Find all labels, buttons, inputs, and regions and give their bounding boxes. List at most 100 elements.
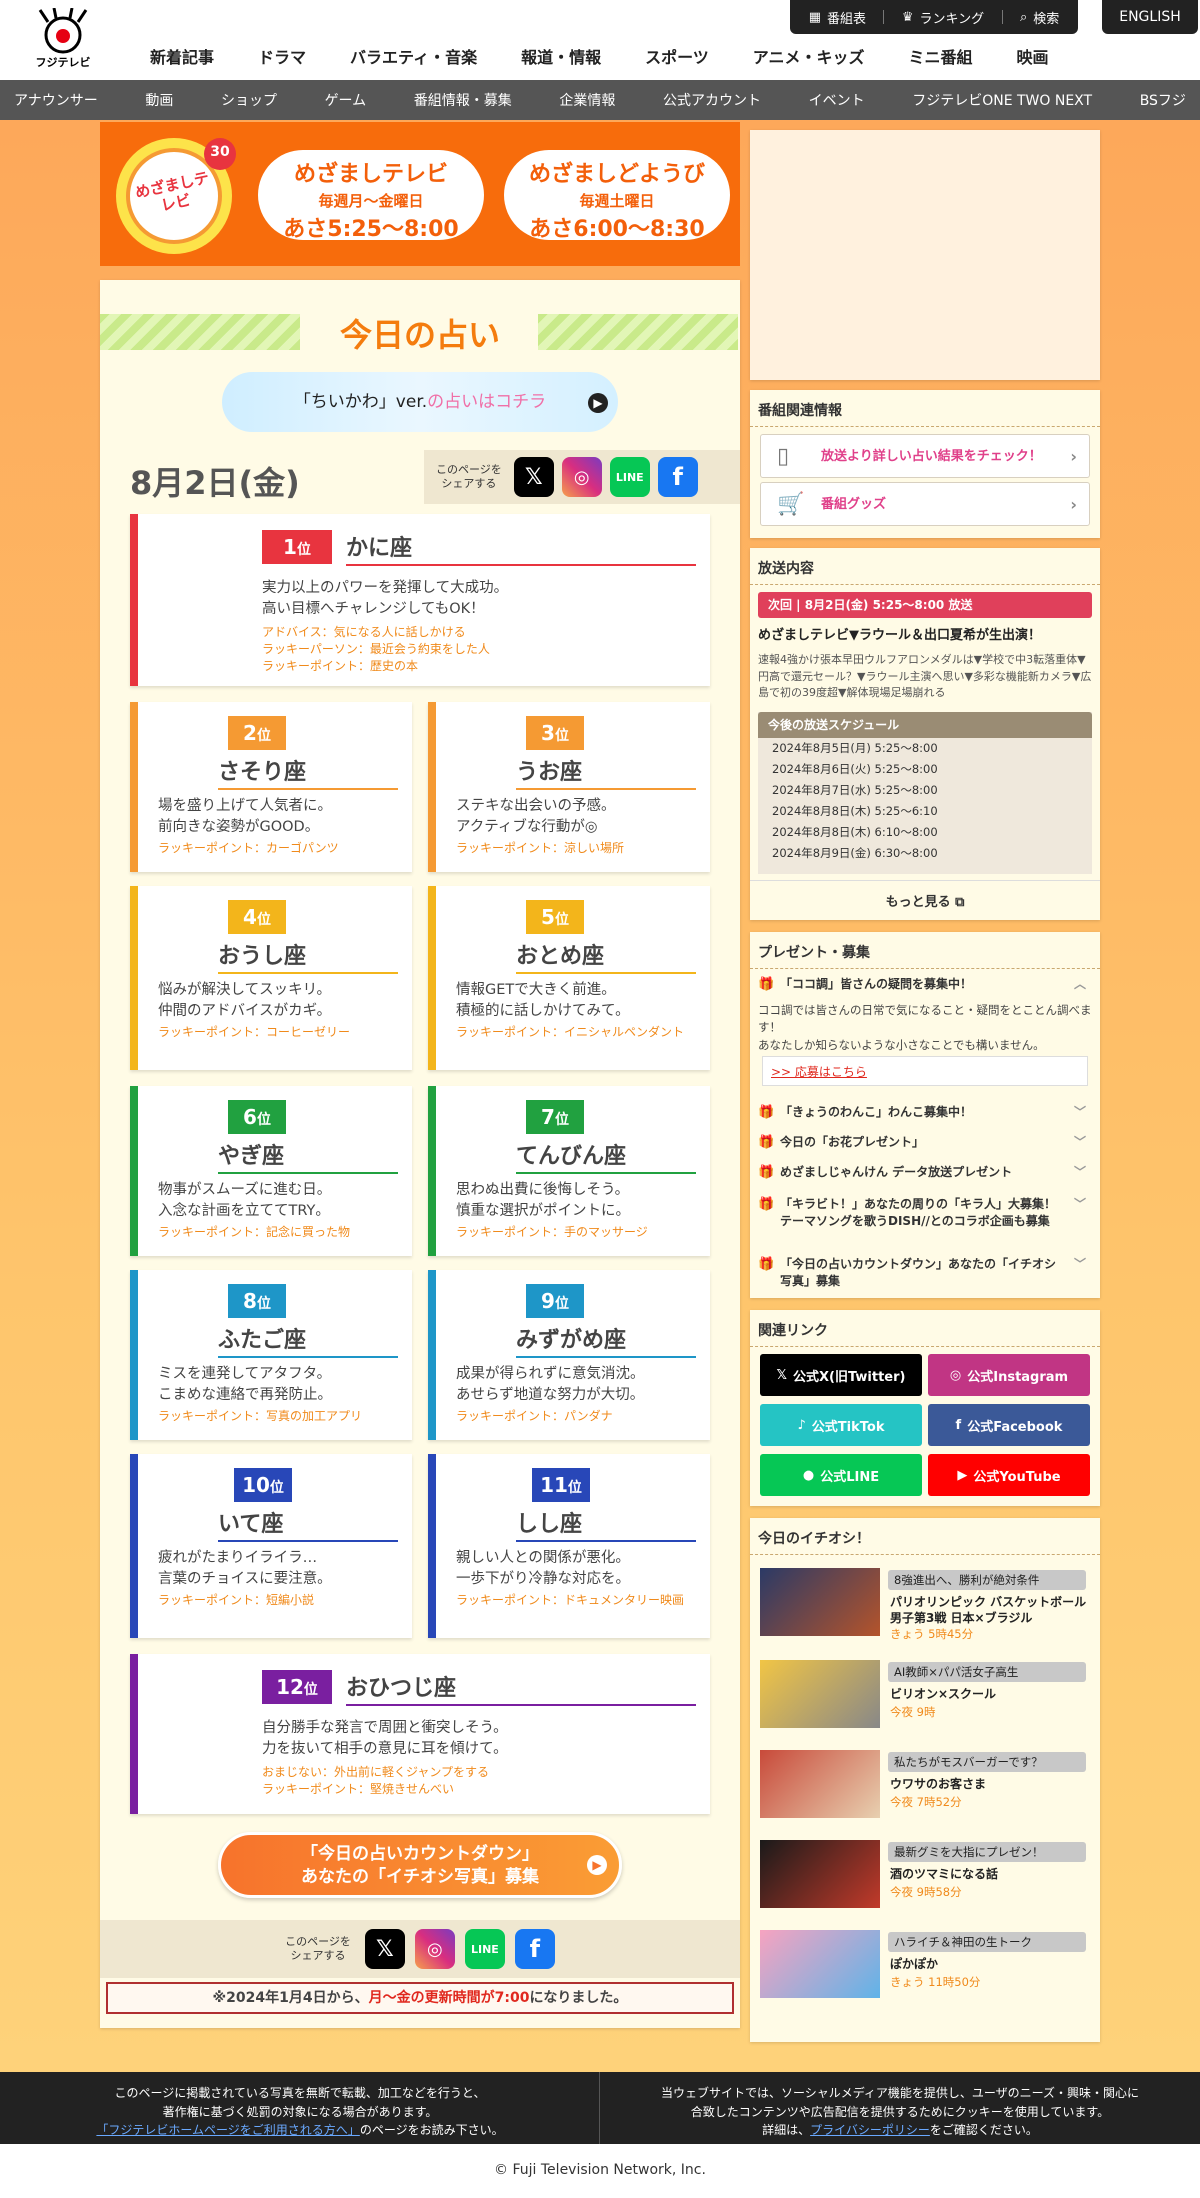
- fujitv-logo[interactable]: フジテレビ: [28, 7, 98, 70]
- rank-suffix: 位: [256, 912, 271, 928]
- program-guide-link[interactable]: ▦ 番組表: [809, 8, 866, 27]
- rank-suffix: 位: [554, 728, 569, 744]
- link-youtube[interactable]: ▶ 公式YouTube: [928, 1454, 1090, 1496]
- present-box: プレゼント・募集 🎁 「ココ調」皆さんの疑問を募集中！ ︿ ココ調では皆さんの日常で…: [750, 932, 1100, 1298]
- present-item[interactable]: 🎁 今日の「お花プレゼント」 ﹀: [758, 1134, 1092, 1151]
- schedule-heading: 今後の放送スケジュール: [758, 712, 1092, 738]
- line-icon: LINE: [615, 470, 644, 484]
- snav-item[interactable]: フジテレビONE TWO NEXT: [912, 90, 1092, 110]
- fortune-card: 7位 てんびん座 思わぬ出費に後悔しそう。 慎重な選択がポイントに。 ラッキーポイント：…: [428, 1086, 710, 1256]
- program-goods-link[interactable]: 🛒 番組グッズ ›: [760, 482, 1090, 526]
- snav-item[interactable]: ゲーム: [325, 90, 367, 110]
- english-button[interactable]: ENGLISH: [1102, 0, 1198, 34]
- fortune-text: ステキな出会いの予感。 アクティブな行動が◎: [456, 798, 616, 836]
- share-facebook-button[interactable]: f: [657, 457, 698, 497]
- link-label: 公式YouTube: [973, 1469, 1061, 1485]
- recommend-thumbnail: [760, 1750, 880, 1818]
- snav-item[interactable]: 公式アカウント: [663, 90, 761, 110]
- search-link[interactable]: ⌕ 検索: [1020, 8, 1059, 27]
- zodiac-sign: しし座: [516, 1506, 696, 1542]
- snav-item[interactable]: イベント: [809, 90, 865, 110]
- gnav-item[interactable]: アニメ・キッズ: [731, 44, 887, 68]
- recommend-item[interactable]: ハライチ＆神田の生トーク ぽかぽか きょう 11時50分: [760, 1930, 1090, 2002]
- zodiac-sign: おうし座: [218, 938, 398, 974]
- more-button[interactable]: もっと見る ⧉: [750, 880, 1100, 910]
- link-instagram[interactable]: ◎ 公式Instagram: [928, 1354, 1090, 1396]
- broadcast-description: 速報4強かけ張本早田ウルフアロンメダルは▼学校で中3転落重体▼円高で還元セール？…: [758, 653, 1092, 699]
- schedule-item: 2024年8月9日(金) 6:30〜8:00: [772, 846, 938, 860]
- countdown-photo-button[interactable]: 「今日の占いカウントダウン」 あなたの「イチオシ写真」募集 ▶: [218, 1832, 622, 1898]
- copyright: © Fuji Television Network, Inc.: [494, 2162, 706, 2178]
- rank-suffix: 位: [554, 1296, 569, 1312]
- terms-link[interactable]: 「フジテレビホームページをご利用される方へ」: [96, 2123, 359, 2137]
- present-item[interactable]: 🎁 「きょうのわんこ」わんこ募集中！ ﹀: [758, 1104, 1092, 1121]
- snav-item[interactable]: 動画: [145, 90, 173, 110]
- snav-item[interactable]: 企業情報: [559, 90, 615, 110]
- share-facebook-button[interactable]: f: [514, 1929, 555, 1969]
- gnav-item[interactable]: 映画: [994, 44, 1070, 68]
- privacy-policy-link[interactable]: プライバシーポリシー: [810, 2123, 930, 2137]
- link-x[interactable]: 𝕏 公式X(旧Twitter): [760, 1354, 922, 1396]
- rank-suffix: 位: [256, 728, 271, 744]
- recommend-item[interactable]: 最新グミを大指にプレゼン！ 酒のツマミになる話 今夜 9時58分: [760, 1840, 1090, 1912]
- share-instagram-button[interactable]: ◎: [561, 457, 602, 497]
- footer: このページに掲載されている写真を無断で転載、加工などを行うと、 著作権に基づく処…: [0, 2072, 1200, 2144]
- recommend-item[interactable]: AI教師×パパ活女子高生 ビリオン×スクール 今夜 9時: [760, 1660, 1090, 1732]
- gift-icon: 🎁: [758, 977, 775, 992]
- link-tiktok[interactable]: ♪ 公式TikTok: [760, 1404, 922, 1446]
- gnav-item[interactable]: スポーツ: [623, 44, 731, 68]
- gnav-item[interactable]: ミニ番組: [886, 44, 994, 68]
- share-line-button[interactable]: LINE: [609, 457, 650, 497]
- snav-item[interactable]: 番組情報・募集: [414, 90, 512, 110]
- present-item-open[interactable]: 🎁 「ココ調」皆さんの疑問を募集中！ ︿: [758, 976, 1092, 993]
- snav-item[interactable]: ショップ: [221, 90, 277, 110]
- apply-link[interactable]: >> 応募はこちら: [762, 1056, 1088, 1086]
- ranking-link[interactable]: ♛ ランキング: [902, 8, 984, 27]
- fortune-card: 3位 うお座 ステキな出会いの予感。 アクティブな行動が◎ ラッキーポイント：涼しい場所: [428, 702, 710, 872]
- recommend-title: ビリオン×スクール: [890, 1687, 997, 1701]
- link-facebook[interactable]: f 公式Facebook: [928, 1404, 1090, 1446]
- crown-icon: ♛: [901, 9, 914, 25]
- gnav-item[interactable]: バラエティ・音楽: [328, 44, 499, 68]
- present-item[interactable]: 🎁 「キラビト！」あなたの周りの「キラ人」大募集！テーマソングを歌うDISH//と…: [758, 1196, 1092, 1231]
- gnav-item[interactable]: ドラマ: [236, 44, 328, 68]
- program-banner[interactable]: めざましテレビ 30 めざましテレビ 毎週月〜金曜日 あさ5:25〜8:00 め…: [100, 122, 740, 266]
- site-header: フジテレビ ▦ 番組表 ♛ ランキング ⌕ 検索 ENGLISH 新着記事 ドラマ バ…: [0, 0, 1200, 80]
- recommend-item[interactable]: 私たちがモスバーガーです？ ウワサのお客さま 今夜 7時52分: [760, 1750, 1090, 1822]
- link-label: 公式Instagram: [967, 1369, 1069, 1385]
- recommend-title: パリオリンピック バスケットボール 男子第3戦 日本×ブラジル: [890, 1595, 1087, 1626]
- gnav-item[interactable]: 新着記事: [128, 44, 236, 68]
- tiktok-icon: ♪: [797, 1417, 806, 1433]
- arrow-right-icon: ▶: [587, 1855, 607, 1875]
- snav-item[interactable]: アナウンサー: [14, 90, 98, 110]
- fortune-text: ミスを連発してアタフタ。 こまめな連絡で再発防止。: [158, 1366, 332, 1404]
- share-x-button[interactable]: 𝕏: [364, 1929, 405, 1969]
- rank-number: 11: [540, 1473, 568, 1497]
- gnav-item[interactable]: 報道・情報: [499, 44, 623, 68]
- zodiac-sign: やぎ座: [218, 1138, 398, 1174]
- schedule-item: 2024年8月7日(水) 5:25〜8:00: [772, 783, 938, 797]
- instagram-icon: ◎: [573, 466, 590, 488]
- gift-icon: 🎁: [758, 1105, 775, 1120]
- chiikawa-version-button[interactable]: 「ちいかわ」ver.の占いはコチラ ▶: [222, 372, 618, 432]
- rank-suffix: 位: [554, 912, 569, 928]
- link-line[interactable]: ● 公式LINE: [760, 1454, 922, 1496]
- present-item[interactable]: 🎁 めざましじゃんけん データ放送プレゼント ﹀: [758, 1164, 1092, 1181]
- schedule-item: 2024年8月8日(木) 6:10〜8:00: [772, 825, 938, 839]
- detailed-fortune-link[interactable]: ▯ 放送より詳しい占い結果をチェック！ ›: [760, 434, 1090, 478]
- recommend-box: 今日のイチオシ！ 8強進出へ、勝利が絶対条件 パリオリンピック バスケットボール …: [750, 1518, 1100, 2042]
- lucky-info: ラッキーポイント：ドキュメンタリー映画: [456, 1593, 685, 1607]
- facebook-icon: f: [529, 1935, 541, 1963]
- zodiac-sign: てんびん座: [516, 1138, 696, 1174]
- present-item[interactable]: 🎁 「今日の占いカウントダウン」あなたの「イチオシ写真」募集 ﹀: [758, 1256, 1092, 1291]
- lucky-info: おまじない：外出前に軽くジャンプをする ラッキーポイント：堅焼きせんべい: [262, 1765, 490, 1796]
- link-label: 公式X(旧Twitter): [793, 1369, 906, 1385]
- share-line-button[interactable]: LINE: [464, 1929, 505, 1969]
- sub-nav: アナウンサー 動画 ショップ ゲーム 番組情報・募集 企業情報 公式アカウント …: [0, 80, 1200, 120]
- recommend-item[interactable]: 8強進出へ、勝利が絶対条件 パリオリンピック バスケットボール 男子第3戦 日本×…: [760, 1568, 1090, 1641]
- section-heading: 放送内容: [750, 548, 1100, 585]
- ad-slot: [750, 130, 1100, 380]
- share-instagram-button[interactable]: ◎: [414, 1929, 455, 1969]
- share-x-button[interactable]: 𝕏: [513, 457, 554, 497]
- snav-item[interactable]: BSフジ: [1140, 90, 1186, 110]
